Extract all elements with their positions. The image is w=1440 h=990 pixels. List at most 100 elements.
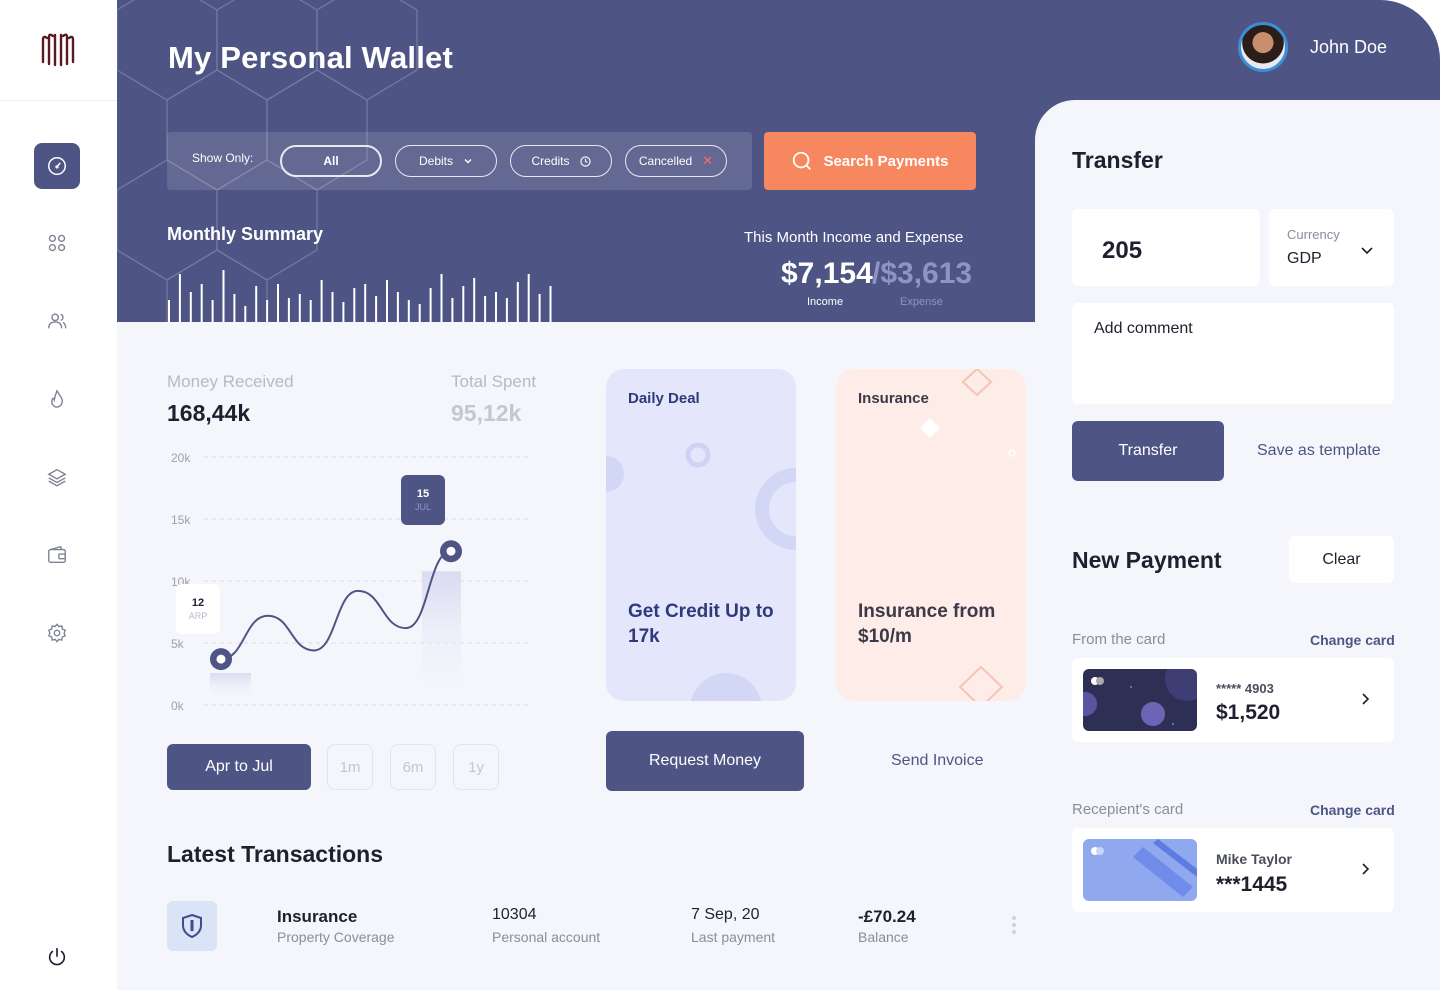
transaction-category: Property Coverage <box>277 929 395 945</box>
money-received-value: 168,44k <box>167 400 251 426</box>
recipient-name: Mike Taylor <box>1216 851 1292 867</box>
user-profile[interactable]: John Doe <box>1238 22 1387 72</box>
transaction-date-label: Last payment <box>691 929 776 945</box>
amount-input[interactable]: 205 <box>1072 209 1260 286</box>
summary-bar <box>505 298 508 322</box>
save-template-link[interactable]: Save as template <box>1257 442 1381 460</box>
layers-icon <box>47 468 67 487</box>
summary-bar <box>277 284 279 322</box>
recipient-card-thumbnail <box>1083 839 1197 901</box>
summary-bar <box>386 280 388 322</box>
daily-deal-kicker: Daily Deal <box>628 390 700 407</box>
summary-bar <box>484 296 487 322</box>
summary-bar <box>451 298 454 322</box>
search-icon <box>793 151 812 170</box>
new-payment-title: New Payment <box>1072 547 1222 573</box>
summary-bar <box>375 296 378 322</box>
summary-bar <box>168 300 170 322</box>
recipient-card-number: ***1445 <box>1216 873 1288 896</box>
summary-bar <box>516 282 519 322</box>
transfer-title: Transfer <box>1072 147 1163 173</box>
chevron-down-icon <box>464 159 472 164</box>
logout-button[interactable] <box>34 934 80 980</box>
summary-bar <box>266 300 269 322</box>
page-title: My Personal Wallet <box>168 40 453 75</box>
period-1y-button[interactable]: 1y <box>453 744 499 790</box>
filter-bar: Show Only: All Debits Credits Cancelled … <box>167 132 752 190</box>
filter-credits[interactable]: Credits <box>510 145 612 177</box>
gauge-icon <box>48 157 66 175</box>
sidebar-item-stack[interactable] <box>34 454 80 500</box>
summary-bar <box>331 292 334 322</box>
total-spent-label: Total Spent <box>451 372 537 391</box>
daily-deal-title: Get Credit Up to 17k <box>628 601 774 647</box>
deal-decoration-icon <box>606 442 796 701</box>
sidebar-item-wallet[interactable] <box>34 532 80 578</box>
insurance-title: Insurance from $10/m <box>858 601 996 647</box>
filter-debits-label: Debits <box>418 154 453 168</box>
insurance-decoration-icon <box>920 369 1016 701</box>
amount-value: 205 <box>1102 237 1143 264</box>
period-1m-button[interactable]: 1m <box>327 744 373 790</box>
search-payments-button[interactable]: Search Payments <box>764 132 976 190</box>
currency-select[interactable]: Currency GDP <box>1269 209 1394 286</box>
search-payments-label: Search Payments <box>823 152 949 170</box>
more-options-icon[interactable] <box>1011 915 1017 935</box>
shield-icon <box>182 913 202 939</box>
summary-bar <box>549 286 552 322</box>
transaction-amount-label: Balance <box>858 929 909 945</box>
filter-debits[interactable]: Debits <box>395 145 497 177</box>
filter-all[interactable]: All <box>280 145 382 177</box>
latest-transactions-title: Latest Transactions <box>167 841 384 867</box>
from-card-row[interactable]: ***** 4903 $1,520 <box>1072 658 1394 742</box>
daily-deal-card[interactable]: Daily Deal Get Credit Up to 17k <box>606 369 796 701</box>
change-from-card-link[interactable]: Change card <box>1310 632 1395 648</box>
request-money-button[interactable]: Request Money <box>606 731 804 791</box>
tooltip <box>401 475 445 525</box>
filter-all-label: All <box>323 154 339 168</box>
monthly-summary-bars <box>168 270 552 322</box>
chevron-right-icon <box>1362 693 1370 705</box>
from-card-thumbnail <box>1083 669 1197 731</box>
summary-bar <box>287 298 290 322</box>
summary-bar <box>396 292 399 322</box>
total-spent-value: 95,12k <box>451 400 522 426</box>
summary-bar <box>462 286 465 322</box>
recipient-card-row[interactable]: Mike Taylor ***1445 <box>1072 828 1394 912</box>
summary-bar <box>222 270 225 322</box>
transaction-name: Insurance <box>277 907 358 926</box>
summary-bar <box>320 280 323 322</box>
avatar[interactable] <box>1238 22 1288 72</box>
sidebar-item-dashboard[interactable] <box>34 143 80 189</box>
logo-icon <box>41 33 75 67</box>
date-range-button[interactable]: Apr to Jul <box>167 744 311 790</box>
y-tick-label: 5k <box>171 637 185 651</box>
comment-field[interactable]: Add comment <box>1072 303 1394 404</box>
sidebar-item-apps[interactable] <box>34 220 80 266</box>
summary-bar <box>255 286 258 322</box>
summary-bar <box>429 288 432 322</box>
income-value: $7,154 <box>781 257 873 290</box>
transaction-account-type: Personal account <box>492 929 601 945</box>
tooltip <box>176 584 220 634</box>
summary-bar <box>407 300 410 322</box>
change-recipient-card-link[interactable]: Change card <box>1310 802 1395 818</box>
power-icon <box>48 947 66 966</box>
filter-cancelled-label: Cancelled <box>638 154 693 168</box>
sidebar-item-contacts[interactable] <box>34 298 80 344</box>
period-6m-button[interactable]: 6m <box>390 744 436 790</box>
card-pattern-icon <box>1083 669 1197 726</box>
from-card-balance: $1,520 <box>1216 701 1281 724</box>
send-invoice-link[interactable]: Send Invoice <box>891 752 984 770</box>
summary-bar <box>200 284 203 322</box>
filter-cancelled[interactable]: Cancelled ✕ <box>625 145 727 177</box>
insurance-card[interactable]: Insurance Insurance from $10/m <box>836 369 1026 701</box>
transfer-button[interactable]: Transfer <box>1072 421 1224 481</box>
filter-credits-label: Credits <box>531 154 570 168</box>
sidebar-item-trending[interactable] <box>34 376 80 422</box>
transaction-icon <box>167 901 217 951</box>
sidebar-item-settings[interactable] <box>34 610 80 656</box>
chevron-down-icon <box>1361 247 1373 255</box>
tooltip-month: JUL <box>415 502 431 512</box>
clear-button[interactable]: Clear <box>1289 536 1394 583</box>
